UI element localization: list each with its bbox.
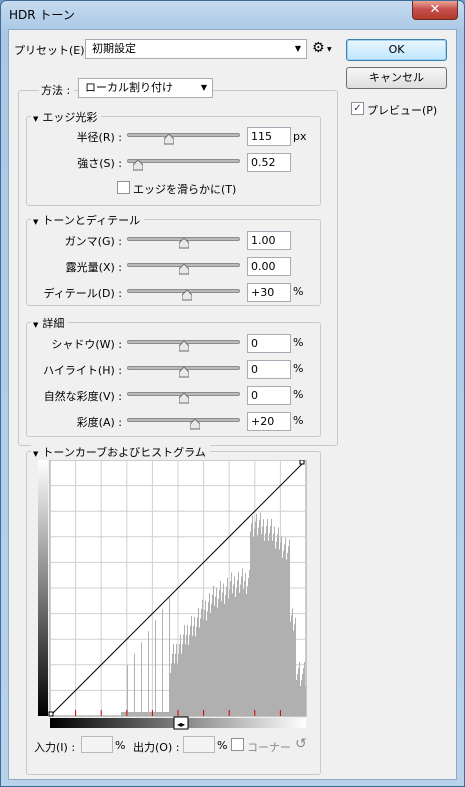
radius-label: 半径(R) : [76,131,122,144]
ok-button-label: OK [388,43,405,56]
highlight-label: ハイライト(H) : [43,364,122,377]
vibrance-field[interactable]: 0 [247,386,291,405]
output-label: 出力(O) : [133,741,180,754]
output-gradient-bar [38,460,48,716]
curve-title-text: トーンカーブおよびヒストグラム [42,446,206,459]
radius-slider[interactable] [127,133,240,137]
collapse-triangle-icon: ▼ [33,321,39,329]
cancel-button-label: キャンセル [369,71,424,84]
close-icon: ✕ [429,2,441,17]
shadow-field[interactable]: 0 [247,334,291,353]
slider-thumb[interactable] [178,341,189,352]
shadow-unit: % [293,336,304,349]
method-label: 方法 : [39,82,75,98]
output-field[interactable] [183,736,215,753]
window-title: HDR トーン [9,8,75,22]
hdr-toning-dialog: HDR トーン ✕ プリセット(E) : 初期設定 ▼ ⚙ ▼ OK キャンセル… [0,0,465,787]
radius-field[interactable]: 115 [247,127,291,146]
input-label: 入力(I) : [34,741,76,754]
strength-field[interactable]: 0.52 [247,153,291,172]
preview-checkbox[interactable]: ✓ [351,102,364,115]
preset-label: プリセット(E) : [14,44,92,57]
reset-curve-icon[interactable]: ↺ [295,736,307,752]
exposure-field[interactable]: 0.00 [247,257,291,276]
slider-thumb[interactable] [178,367,189,378]
preset-value: 初期設定 [92,42,136,55]
gamma-field[interactable]: 1.00 [247,231,291,250]
collapse-triangle-icon: ▼ [33,450,39,458]
strength-label: 強さ(S) : [77,157,122,170]
tone-detail-title[interactable]: ▼ トーンとディテール [31,212,145,228]
edge-glow-title[interactable]: ▼ エッジ光彩 [31,109,102,125]
close-button[interactable]: ✕ [412,1,458,20]
detail-unit: % [293,285,304,298]
slider-thumb[interactable] [178,393,189,404]
input-field[interactable] [81,736,113,753]
curve-title[interactable]: ▼ トーンカーブおよびヒストグラム [31,444,210,460]
tone-curve-histogram[interactable]: ◂▸ [38,460,308,732]
detail-field[interactable]: +30 [247,283,291,302]
smooth-edges-checkbox[interactable] [117,181,130,194]
gear-icon[interactable]: ⚙ [312,40,325,56]
vibrance-label: 自然な彩度(V) : [43,390,122,403]
output-unit: % [217,739,228,752]
corner-checkbox[interactable] [231,738,244,751]
saturation-unit: % [293,414,304,427]
curve-startpoint[interactable] [48,711,54,717]
method-value: ローカル割り付け [85,81,173,94]
slider-thumb[interactable] [189,419,200,430]
detail-label: ディテール(D) : [43,287,123,300]
vibrance-unit: % [293,388,304,401]
method-select[interactable]: ローカル割り付け ▼ [78,78,213,98]
edge-glow-title-text: エッジ光彩 [42,111,98,124]
advanced-title[interactable]: ▼ 詳細 [31,315,69,331]
saturation-label: 彩度(A) : [76,416,122,429]
slider-thumb[interactable] [181,290,192,301]
smooth-edges-label[interactable]: エッジを滑らかに(T) [133,181,236,197]
slider-thumb[interactable] [178,264,189,275]
title-bar[interactable]: HDR トーン ✕ [1,1,464,27]
advanced-title-text: 詳細 [42,317,65,330]
slider-thumb[interactable] [133,160,144,171]
saturation-slider[interactable] [127,418,240,422]
slider-thumb[interactable] [178,238,189,249]
chevron-down-icon: ▼ [200,83,207,92]
input-unit: % [115,739,126,752]
preset-select[interactable]: 初期設定 ▼ [85,39,307,59]
radius-unit: px [293,130,307,143]
collapse-triangle-icon: ▼ [33,115,39,123]
cancel-button[interactable]: キャンセル [346,67,447,89]
checkmark-icon: ✓ [353,103,362,114]
strength-slider[interactable] [127,159,240,163]
corner-label[interactable]: コーナー [247,739,291,755]
ok-button[interactable]: OK [346,39,447,61]
slider-toggle-arrows: ◂▸ [177,720,185,729]
dialog-body: プリセット(E) : 初期設定 ▼ ⚙ ▼ OK キャンセル ✓ プレビュー(P… [8,29,457,780]
curve-endpoint[interactable] [299,460,305,465]
gear-dropdown-icon[interactable]: ▼ [327,46,332,53]
slider-thumb[interactable] [163,134,174,145]
saturation-field[interactable]: +20 [247,412,291,431]
gamma-label: ガンマ(G) : [64,235,122,248]
tone-detail-title-text: トーンとディテール [42,214,141,227]
shadow-label: シャドウ(W) : [51,338,122,351]
preview-label[interactable]: プレビュー(P) [367,102,437,118]
exposure-label: 露光量(X) : [65,261,122,274]
highlight-field[interactable]: 0 [247,360,291,379]
chevron-down-icon: ▼ [294,44,301,53]
collapse-triangle-icon: ▼ [33,218,39,226]
highlight-unit: % [293,362,304,375]
